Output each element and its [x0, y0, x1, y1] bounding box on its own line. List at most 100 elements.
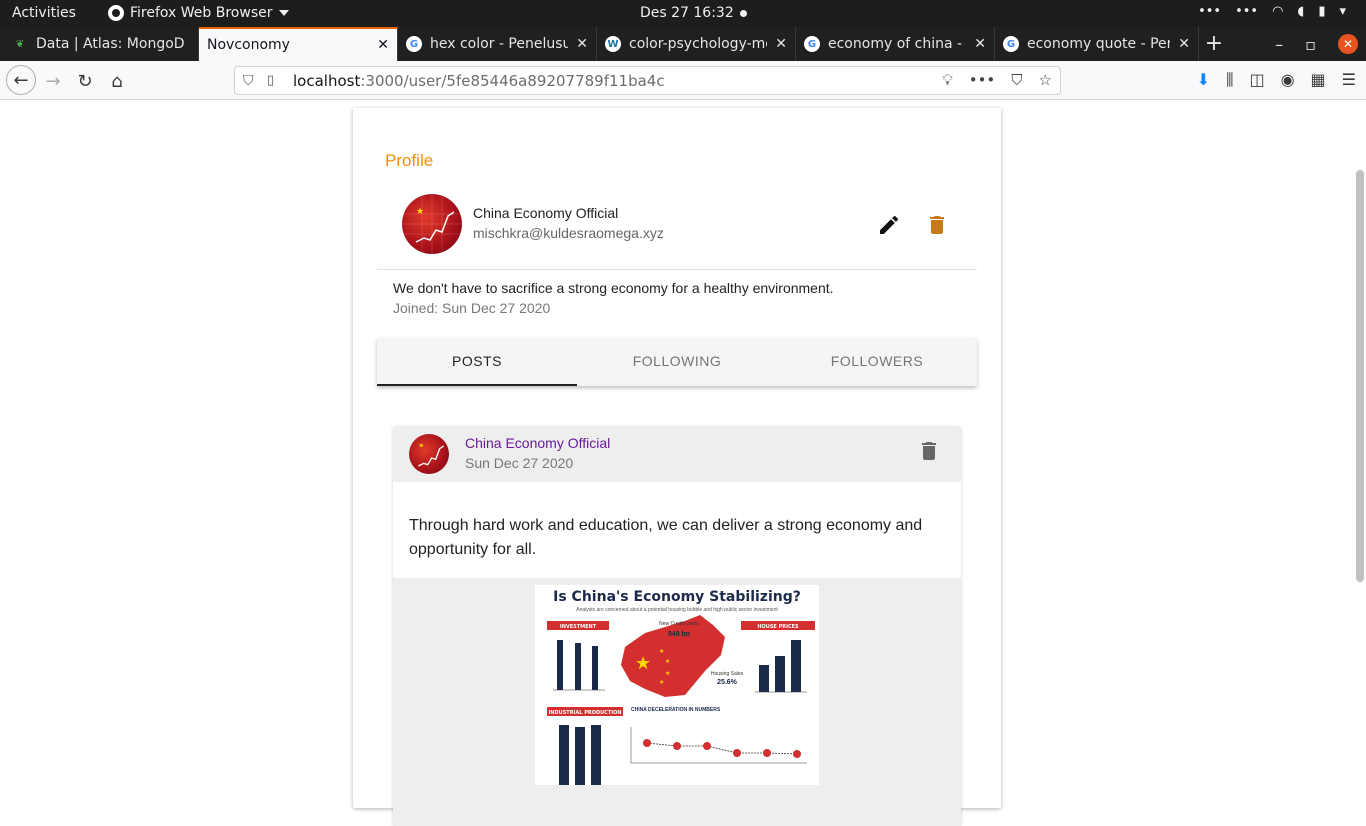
investment-label: INVESTMENT	[560, 624, 597, 630]
infographic-graphics: INVESTMENT ★ ★ ★ ★ ★ New Credit Loans 94…	[547, 615, 815, 785]
google-icon: G	[406, 36, 422, 52]
reload-button[interactable]: ↻	[72, 68, 98, 94]
lightbulb-icon[interactable]: 💡︎	[942, 71, 953, 89]
profile-email: mischkra@kuldesraomega.xyz	[473, 225, 664, 241]
profile-section-title: Profile	[385, 151, 434, 170]
shield-icon[interactable]: ⛉	[243, 73, 254, 89]
divider	[377, 269, 977, 270]
pocket-icon[interactable]: ⛉	[1011, 71, 1022, 89]
svg-text:★: ★	[665, 658, 670, 665]
tab-hex-color[interactable]: G hex color - Penelusur ✕	[398, 27, 597, 61]
loans-value: 949 bn	[668, 631, 690, 638]
tab-color-psychology[interactable]: W color-psychology-me ✕	[597, 27, 796, 61]
post-image-area: Is China's Economy Stabilizing? Analysts…	[393, 578, 961, 826]
sidebar-icon[interactable]: ◫	[1249, 70, 1264, 90]
google-icon: G	[1003, 36, 1019, 52]
tab-economy-china[interactable]: G economy of china - G ✕	[796, 27, 995, 61]
overflow-icon[interactable]: •••	[1198, 4, 1221, 19]
browser-nav-bar: ← → ↻ ⌂ ⛉ ▯ localhost:3000/user/5fe85446…	[0, 61, 1366, 100]
sales-value: 25.6%	[717, 679, 738, 686]
new-tab-button[interactable]: +	[1199, 27, 1229, 61]
post-header: ★ China Economy Official Sun Dec 27 2020	[393, 426, 961, 482]
wifi-icon[interactable]: ◠	[1272, 4, 1283, 19]
post-image: Is China's Economy Stabilizing? Analysts…	[535, 585, 819, 785]
url-text[interactable]: localhost:3000/user/5fe85446a89207789f11…	[293, 72, 665, 90]
overflow-icon-2[interactable]: •••	[1235, 4, 1258, 19]
app-menu[interactable]: Firefox Web Browser	[108, 5, 289, 21]
close-tab-icon[interactable]: ✕	[377, 37, 389, 53]
profile-name: China Economy Official	[473, 205, 619, 221]
close-tab-icon[interactable]: ✕	[1178, 36, 1190, 52]
system-tray[interactable]: ••• ••• ◠ ◖ ▮ ▾	[1198, 4, 1346, 19]
volume-icon[interactable]: ◖	[1297, 4, 1304, 19]
post-text: Through hard work and education, we can …	[409, 517, 923, 558]
download-icon[interactable]: ⬇	[1197, 70, 1210, 90]
page-scrollbar[interactable]	[1356, 170, 1364, 582]
edit-icon[interactable]	[877, 213, 901, 237]
tab-label: hex color - Penelusur	[430, 36, 569, 52]
browser-tab-bar: ❦ Data | Atlas: MongoD Novconomy ✕ G hex…	[0, 27, 1366, 61]
tab-posts[interactable]: POSTS	[377, 338, 577, 386]
tab-label: color-psychology-me	[629, 36, 768, 52]
url-bar-actions: 💡︎ ••• ⛉ ☆	[942, 71, 1052, 89]
forward-button[interactable]: →	[40, 68, 66, 94]
close-window-icon[interactable]: ✕	[1338, 34, 1358, 54]
back-button[interactable]: ←	[6, 65, 36, 95]
deceleration-label: CHINA DECELERATION IN NUMBERS	[631, 707, 721, 713]
tab-novconomy[interactable]: Novconomy ✕	[199, 27, 398, 61]
menu-icon[interactable]: ☰	[1342, 70, 1356, 90]
tab-mongodb[interactable]: ❦ Data | Atlas: MongoD	[0, 27, 199, 61]
tab-label: economy of china - G	[828, 36, 967, 52]
library-icon[interactable]: ⫼	[1226, 70, 1233, 90]
industrial-label: INDUSTRIAL PRODUCTION	[548, 710, 621, 716]
close-tab-icon[interactable]: ✕	[576, 36, 588, 52]
sales-label: Housing Sales	[711, 671, 744, 677]
house-prices-label: HOUSE PRICES	[757, 624, 799, 630]
profile-card: Profile ★ China Economy Official mischkr…	[353, 108, 1001, 826]
post-avatar[interactable]: ★	[409, 434, 449, 474]
tab-economy-quote[interactable]: G economy quote - Pen ✕	[995, 27, 1199, 61]
minimize-icon[interactable]: –	[1275, 35, 1283, 54]
firefox-icon	[108, 5, 124, 21]
caret-down-icon	[278, 10, 289, 16]
close-tab-icon[interactable]: ✕	[775, 36, 787, 52]
extensions-icon[interactable]: ▦	[1311, 70, 1326, 90]
maximize-icon[interactable]: ▫	[1305, 35, 1316, 54]
tab-label: Data | Atlas: MongoD	[36, 36, 185, 52]
avatar: ★	[402, 194, 462, 254]
tab-label: economy quote - Pen	[1027, 36, 1171, 52]
svg-text:★: ★	[418, 441, 424, 449]
notification-dot-icon	[740, 10, 747, 17]
tab-following[interactable]: FOLLOWING	[577, 338, 777, 386]
page-info-icon[interactable]: ▯	[267, 73, 274, 88]
battery-icon[interactable]: ▮	[1318, 4, 1325, 19]
power-caret-icon[interactable]: ▾	[1339, 4, 1346, 19]
delete-post-icon[interactable]	[917, 439, 941, 463]
post-author-link[interactable]: China Economy Official	[465, 435, 610, 451]
window-controls: – ▫ ✕	[1275, 27, 1358, 61]
profile-bio: We don't have to sacrifice a strong econ…	[393, 280, 834, 296]
tab-label: Novconomy	[207, 37, 290, 53]
svg-text:★: ★	[659, 679, 664, 686]
page-actions-icon[interactable]: •••	[969, 71, 996, 89]
loans-label: New Credit Loans	[659, 621, 699, 627]
leaf-icon: ❦	[15, 38, 25, 50]
post-card: ★ China Economy Official Sun Dec 27 2020…	[393, 426, 961, 826]
system-top-bar: Activities Firefox Web Browser Des 27 16…	[0, 0, 1366, 27]
bookmark-star-icon[interactable]: ☆	[1039, 71, 1052, 89]
wordpress-icon: W	[605, 36, 621, 52]
activities-button[interactable]: Activities	[12, 5, 76, 21]
google-icon: G	[804, 36, 820, 52]
tab-followers[interactable]: FOLLOWERS	[777, 338, 977, 386]
url-bar[interactable]: ⛉ ▯ localhost:3000/user/5fe85446a8920778…	[234, 66, 1061, 95]
delete-profile-icon[interactable]	[925, 213, 949, 237]
account-icon[interactable]: ◉	[1281, 70, 1295, 90]
svg-text:★: ★	[665, 670, 670, 677]
clock[interactable]: Des 27 16:32	[640, 5, 734, 21]
post-date: Sun Dec 27 2020	[465, 455, 574, 471]
svg-text:★: ★	[659, 648, 664, 655]
home-button[interactable]: ⌂	[104, 68, 130, 94]
profile-joined-date: Joined: Sun Dec 27 2020	[393, 300, 551, 316]
toolbar-right: ⬇ ⫼ ◫ ◉ ▦ ☰	[1197, 70, 1356, 90]
close-tab-icon[interactable]: ✕	[974, 36, 986, 52]
